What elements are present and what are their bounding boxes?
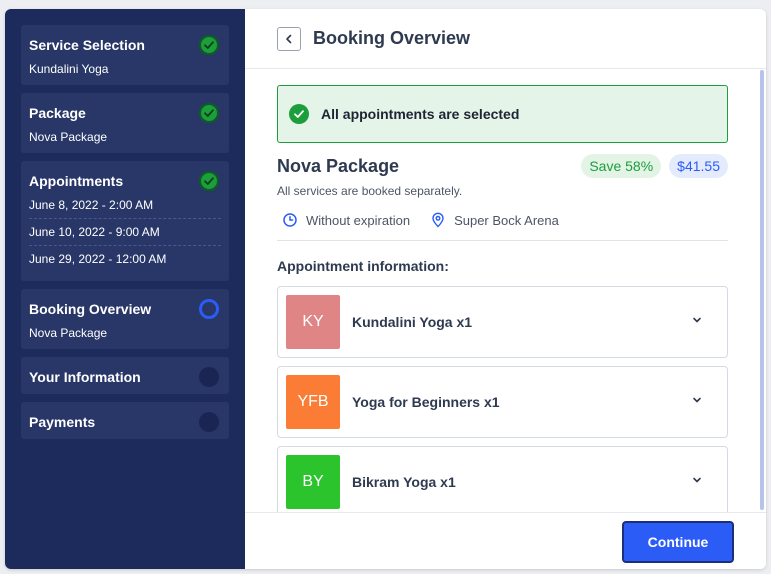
pending-step-icon <box>199 412 219 432</box>
current-step-icon <box>199 299 219 319</box>
step-title: Appointments <box>29 173 124 189</box>
step-your-information[interactable]: Your Information <box>21 357 229 394</box>
chevron-down-icon[interactable] <box>691 313 703 331</box>
success-alert: All appointments are selected <box>277 85 728 143</box>
chevron-down-icon[interactable] <box>691 473 703 491</box>
step-service-selection[interactable]: Service Selection Kundalini Yoga <box>21 25 229 85</box>
appointment-date-list: June 8, 2022 - 2:00 AM June 10, 2022 - 9… <box>29 192 221 272</box>
check-icon <box>199 103 219 123</box>
booking-widget: Service Selection Kundalini Yoga Package… <box>5 9 766 569</box>
panel-header: Booking Overview <box>245 9 766 69</box>
location-text: Super Bock Arena <box>454 212 559 228</box>
section-label: Appointment information: <box>277 258 449 274</box>
main-panel: Booking Overview All appointments are se… <box>245 9 766 569</box>
step-appointments[interactable]: Appointments June 8, 2022 - 2:00 AM June… <box>21 161 229 281</box>
service-avatar: YFB <box>286 375 340 429</box>
discount-badge: Save 58% <box>581 154 662 178</box>
service-name: Kundalini Yoga x1 <box>352 314 473 330</box>
package-meta: Without expiration Super Bock Arena <box>277 212 728 241</box>
service-name: Yoga for Beginners x1 <box>352 394 500 410</box>
alert-text: All appointments are selected <box>321 106 520 122</box>
appointment-card-kundalini-yoga[interactable]: KY Kundalini Yoga x1 <box>277 286 728 358</box>
page-title: Booking Overview <box>313 28 471 48</box>
panel-footer: Continue <box>245 512 766 569</box>
appointment-card-bikram-yoga[interactable]: BY Bikram Yoga x1 <box>277 446 728 512</box>
check-icon <box>199 35 219 55</box>
price-badge: $41.55 <box>669 154 728 178</box>
chevron-left-icon <box>286 34 292 43</box>
step-subtitle: Nova Package <box>29 326 108 340</box>
scrollbar[interactable] <box>760 70 764 510</box>
service-avatar: KY <box>286 295 340 349</box>
step-title: Your Information <box>29 369 141 385</box>
chevron-down-icon[interactable] <box>691 393 703 411</box>
continue-button[interactable]: Continue <box>622 521 734 563</box>
package-badges: Save 58% $41.55 <box>581 154 728 178</box>
service-name: Bikram Yoga x1 <box>352 474 456 490</box>
step-title: Booking Overview <box>29 301 152 317</box>
service-avatar: BY <box>286 455 340 509</box>
appointment-date: June 10, 2022 - 9:00 AM <box>29 218 221 245</box>
step-title: Service Selection <box>29 37 145 53</box>
step-title: Package <box>29 105 86 121</box>
step-package[interactable]: Package Nova Package <box>21 93 229 153</box>
expiration-text: Without expiration <box>306 212 411 228</box>
package-row: Nova Package Save 58% $41.55 <box>277 154 728 178</box>
check-icon <box>199 171 219 191</box>
step-subtitle: Nova Package <box>29 130 108 144</box>
appointment-card-yoga-for-beginners[interactable]: YFB Yoga for Beginners x1 <box>277 366 728 438</box>
step-subtitle: Kundalini Yoga <box>29 62 109 76</box>
location-pin-icon <box>432 212 444 228</box>
steps-sidebar: Service Selection Kundalini Yoga Package… <box>5 9 245 569</box>
package-name: Nova Package <box>277 155 400 176</box>
step-booking-overview[interactable]: Booking Overview Nova Package <box>21 289 229 349</box>
step-payments[interactable]: Payments <box>21 402 229 439</box>
location-info: Super Bock Arena <box>430 212 559 228</box>
check-circle-icon <box>289 104 309 124</box>
overview-content: All appointments are selected Nova Packa… <box>245 70 766 512</box>
package-description: All services are booked separately. <box>277 184 463 198</box>
back-button[interactable] <box>277 26 301 51</box>
pending-step-icon <box>199 367 219 387</box>
step-title: Payments <box>29 414 96 430</box>
clock-icon <box>283 213 297 227</box>
expiration-info: Without expiration <box>282 212 410 228</box>
appointment-date: June 8, 2022 - 2:00 AM <box>29 198 154 212</box>
appointment-date: June 29, 2022 - 12:00 AM <box>29 245 221 272</box>
